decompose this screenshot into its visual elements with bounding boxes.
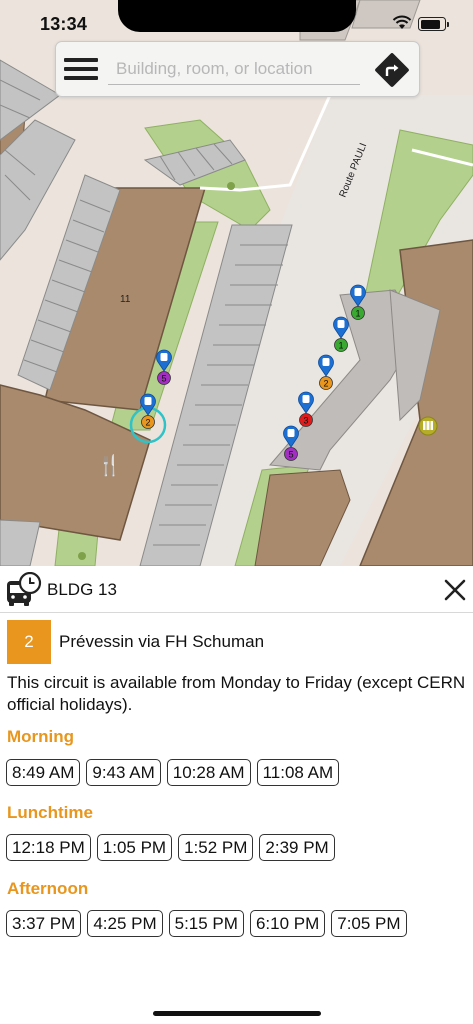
time-chip[interactable]: 4:25 PM (87, 910, 163, 937)
time-chip[interactable]: 6:10 PM (249, 910, 326, 937)
stop-title: BLDG 13 (47, 580, 117, 599)
monument-icon[interactable] (418, 416, 438, 436)
search-input[interactable] (108, 53, 360, 85)
time-chip[interactable]: 11:08 AM (256, 759, 340, 786)
time-chip[interactable]: 2:39 PM (259, 834, 335, 861)
directions-icon[interactable] (374, 52, 410, 88)
hamburger-menu-icon[interactable] (64, 56, 98, 82)
time-chip[interactable]: 8:49 AM (6, 759, 81, 786)
time-chip[interactable]: 1:52 PM (178, 834, 254, 861)
bus-stop-marker-label: 1 (355, 309, 360, 319)
section-label-afternoon: Afternoon (7, 879, 89, 898)
status-time: 13:34 (40, 14, 88, 34)
time-chip[interactable]: 10:28 AM (166, 759, 251, 786)
route-name: Prévessin via FH Schuman (59, 632, 265, 651)
route-row[interactable]: 2 Prévessin via FH Schuman (7, 620, 467, 665)
bus-schedule-icon (7, 572, 42, 606)
notch (118, 0, 356, 32)
home-indicator (153, 1011, 321, 1016)
bus-stop-marker-label: 5 (288, 450, 293, 460)
time-chips-afternoon: 3:37 PM 4:25 PM 5:15 PM 6:10 PM 7:05 PM (6, 910, 407, 937)
bus-stop-marker-label: 3 (303, 416, 308, 426)
wifi-icon (392, 15, 412, 29)
close-icon[interactable] (442, 577, 468, 603)
section-label-morning: Morning (7, 727, 75, 746)
time-chip[interactable]: 7:05 PM (331, 910, 407, 937)
screen: Route PAULI 11 🍴 1123552 13:34 Building,… (0, 0, 473, 1024)
bus-stop-marker-label: 5 (161, 374, 166, 384)
building-label: 11 (120, 294, 131, 305)
route-number-badge: 2 (7, 620, 51, 664)
time-chip[interactable]: 1:05 PM (96, 834, 173, 861)
search-bar (55, 41, 420, 97)
sheet-header: BLDG 13 (0, 566, 473, 613)
time-chip[interactable]: 5:15 PM (168, 910, 244, 937)
section-label-lunchtime: Lunchtime (7, 803, 93, 822)
bus-stop-marker-label: 2 (323, 379, 328, 389)
tree-icon (227, 182, 235, 190)
tree-icon (78, 552, 86, 560)
svg-text:🍴: 🍴 (97, 453, 122, 477)
time-chips-lunchtime: 12:18 PM 1:05 PM 1:52 PM 2:39 PM (6, 834, 335, 861)
route-description: This circuit is available from Monday to… (7, 673, 466, 714)
bus-stop-marker-label: 2 (145, 418, 150, 428)
restaurant-icon[interactable]: 🍴 (97, 453, 122, 477)
stop-details-sheet: BLDG 13 2 Prévessin via FH Schuman This … (0, 566, 473, 1024)
time-chips-morning: 8:49 AM 9:43 AM 10:28 AM 11:08 AM (6, 759, 340, 786)
time-chip[interactable]: 12:18 PM (6, 834, 91, 861)
battery-icon (418, 17, 449, 31)
bus-stop-marker-label: 1 (338, 341, 343, 351)
time-chip[interactable]: 9:43 AM (86, 759, 161, 786)
time-chip[interactable]: 3:37 PM (6, 910, 82, 937)
